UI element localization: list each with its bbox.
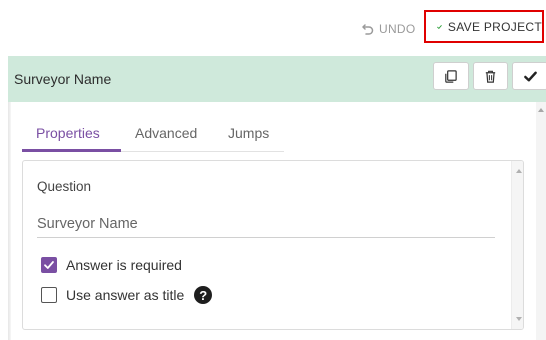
tab-jumps[interactable]: Jumps [228, 125, 269, 141]
active-tab-indicator [22, 149, 121, 152]
question-header: Surveyor Name [8, 56, 546, 102]
card-scrollbar[interactable] [511, 161, 523, 329]
save-project-button[interactable]: SAVE PROJECT [424, 10, 544, 43]
duplicate-button[interactable] [433, 62, 469, 90]
save-project-label: SAVE PROJECT [447, 19, 542, 34]
scroll-up-icon[interactable] [516, 169, 522, 173]
scroll-up-icon[interactable] [538, 108, 544, 112]
properties-card: Question Answer is required Use answer a… [22, 160, 524, 330]
answer-required-label: Answer is required [66, 257, 182, 273]
undo-button[interactable]: UNDO [362, 14, 422, 44]
answer-required-option[interactable]: Answer is required [41, 257, 182, 273]
scroll-down-icon[interactable] [516, 317, 522, 321]
trash-icon [485, 70, 496, 83]
tab-bar: Properties Advanced Jumps [22, 118, 284, 152]
tab-properties[interactable]: Properties [36, 125, 100, 141]
checkmark-icon [523, 71, 537, 81]
top-toolbar: UNDO SAVE PROJECT [0, 0, 546, 52]
use-answer-title-label: Use answer as title [66, 287, 185, 303]
checkmark-icon [437, 24, 442, 29]
use-answer-title-option[interactable]: Use answer as title ? [41, 286, 213, 304]
checkmark-icon [44, 261, 54, 269]
question-label: Question [37, 179, 92, 194]
tab-advanced[interactable]: Advanced [135, 125, 197, 141]
help-icon[interactable]: ? [194, 286, 213, 304]
header-actions [433, 62, 546, 90]
undo-icon [362, 24, 374, 35]
delete-button[interactable] [472, 62, 509, 90]
confirm-button[interactable] [512, 62, 546, 90]
question-title: Surveyor Name [14, 71, 112, 87]
panel-scrollbar[interactable] [536, 102, 546, 340]
answer-required-checkbox[interactable] [41, 257, 57, 273]
undo-label: UNDO [379, 22, 416, 36]
copy-icon [445, 69, 458, 83]
question-input[interactable] [37, 206, 495, 238]
use-answer-title-checkbox[interactable] [41, 287, 57, 303]
